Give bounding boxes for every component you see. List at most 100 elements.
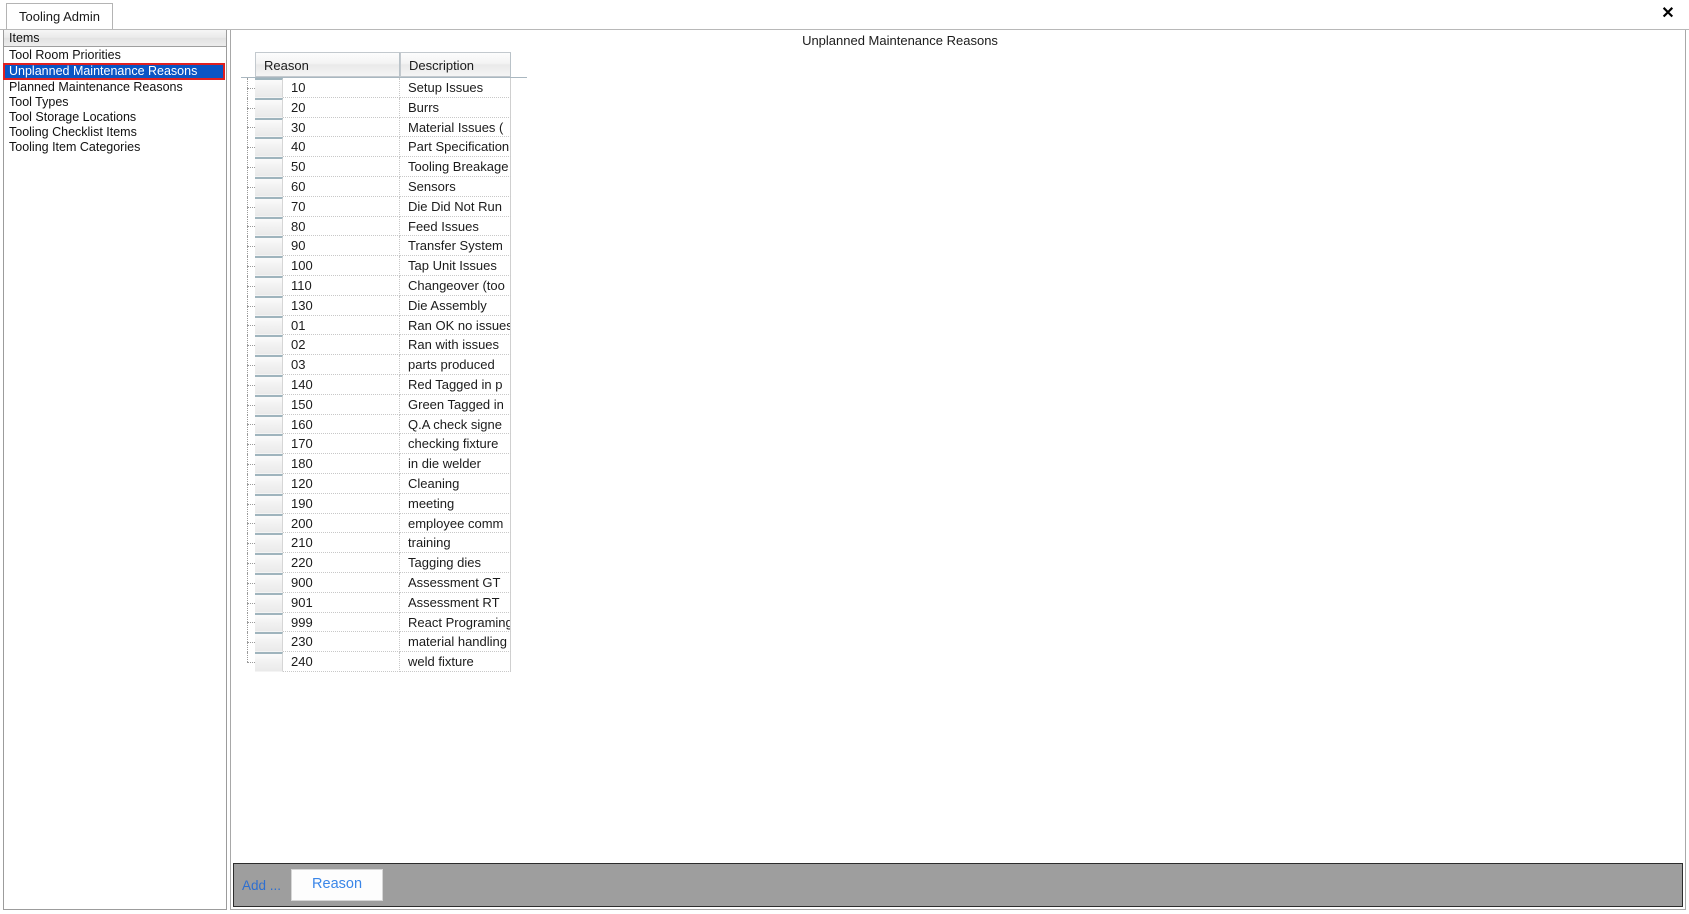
row-selector[interactable] (255, 196, 283, 217)
cell-reason[interactable]: 200 (283, 513, 400, 534)
cell-description[interactable]: Cleaning (400, 473, 511, 494)
row-selector[interactable] (255, 374, 283, 395)
row-selector[interactable] (255, 652, 283, 672)
cell-reason[interactable]: 01 (283, 315, 400, 336)
cell-reason[interactable]: 180 (283, 454, 400, 474)
row-selector[interactable] (255, 315, 283, 336)
cell-reason[interactable]: 50 (283, 157, 400, 177)
cell-reason[interactable]: 20 (283, 97, 400, 118)
row-selector[interactable] (255, 434, 283, 455)
row-selector[interactable] (255, 572, 283, 593)
cell-description[interactable]: Assessment RT (400, 592, 511, 613)
table-row[interactable]: 220 Tagging dies (241, 553, 527, 573)
row-selector[interactable] (255, 236, 283, 257)
cell-description[interactable]: employee comm (400, 513, 511, 534)
table-row[interactable]: 200 employee comm (241, 513, 527, 534)
cell-description[interactable]: Sensors (400, 176, 511, 197)
cell-reason[interactable]: 80 (283, 216, 400, 237)
row-selector[interactable] (255, 553, 283, 573)
table-row[interactable]: 40 Part Specification (241, 137, 527, 158)
cell-reason[interactable]: 02 (283, 335, 400, 356)
row-selector[interactable] (255, 473, 283, 494)
cell-description[interactable]: Green Tagged in (400, 394, 511, 415)
cell-reason[interactable]: 40 (283, 137, 400, 158)
cell-reason[interactable]: 170 (283, 434, 400, 455)
cell-reason[interactable]: 220 (283, 553, 400, 573)
table-row[interactable]: 170 checking fixture (241, 434, 527, 455)
cell-description[interactable]: Tagging dies (400, 553, 511, 573)
row-selector[interactable] (255, 295, 283, 316)
sidebar-item-tool-room-priorities[interactable]: Tool Room Priorities (4, 48, 226, 63)
row-selector[interactable] (255, 117, 283, 138)
cell-description[interactable]: Tap Unit Issues (400, 256, 511, 276)
row-selector[interactable] (255, 256, 283, 276)
cell-description[interactable]: Part Specification (400, 137, 511, 158)
cell-reason[interactable]: 190 (283, 493, 400, 514)
cell-reason[interactable]: 90 (283, 236, 400, 257)
row-selector[interactable] (255, 454, 283, 474)
cell-reason[interactable]: 120 (283, 473, 400, 494)
table-row[interactable]: 900 Assessment GT (241, 572, 527, 593)
cell-reason[interactable]: 100 (283, 256, 400, 276)
table-row[interactable]: 180 in die welder (241, 454, 527, 474)
cell-description[interactable]: Ran OK no issues (400, 315, 511, 336)
cell-description[interactable]: Changeover (too (400, 275, 511, 296)
table-row[interactable]: 10 Setup Issues (241, 78, 527, 98)
cell-description[interactable]: Q.A check signe (400, 414, 511, 435)
table-row[interactable]: 100 Tap Unit Issues (241, 256, 527, 276)
cell-reason[interactable]: 240 (283, 652, 400, 672)
row-selector[interactable] (255, 533, 283, 554)
cell-description[interactable]: in die welder (400, 454, 511, 474)
sidebar-item-tooling-checklist-items[interactable]: Tooling Checklist Items (4, 125, 226, 140)
cell-description[interactable]: training (400, 533, 511, 554)
table-row[interactable]: 60 Sensors (241, 176, 527, 197)
row-selector[interactable] (255, 493, 283, 514)
sidebar-item-unplanned-maintenance-reasons[interactable]: Unplanned Maintenance Reasons (3, 63, 225, 80)
cell-reason[interactable]: 60 (283, 176, 400, 197)
cell-description[interactable]: weld fixture (400, 652, 511, 672)
cell-reason[interactable]: 110 (283, 275, 400, 296)
table-row[interactable]: 30 Material Issues ( (241, 117, 527, 138)
table-row[interactable]: 02 Ran with issues (241, 335, 527, 356)
table-row[interactable]: 210 training (241, 533, 527, 554)
cell-reason[interactable]: 160 (283, 414, 400, 435)
cell-description[interactable]: Die Did Not Run (400, 196, 511, 217)
cell-reason[interactable]: 130 (283, 295, 400, 316)
cell-reason[interactable]: 230 (283, 632, 400, 653)
cell-reason[interactable]: 10 (283, 78, 400, 98)
cell-description[interactable]: checking fixture (400, 434, 511, 455)
table-row[interactable]: 999 React Programing (241, 612, 527, 633)
row-selector[interactable] (255, 157, 283, 177)
table-row[interactable]: 240 weld fixture (241, 652, 527, 672)
cell-reason[interactable]: 150 (283, 394, 400, 415)
add-reason-button[interactable]: Reason (291, 869, 384, 901)
cell-reason[interactable]: 900 (283, 572, 400, 593)
cell-reason[interactable]: 70 (283, 196, 400, 217)
column-header-reason[interactable]: Reason (255, 52, 400, 77)
table-row[interactable]: 50 Tooling Breakage (241, 157, 527, 177)
row-selector[interactable] (255, 632, 283, 653)
row-selector[interactable] (255, 394, 283, 415)
row-selector[interactable] (255, 612, 283, 633)
row-selector[interactable] (255, 513, 283, 534)
table-row[interactable]: 150 Green Tagged in (241, 394, 527, 415)
cell-description[interactable]: Assessment GT (400, 572, 511, 593)
row-selector[interactable] (255, 335, 283, 356)
sidebar-item-tooling-item-categories[interactable]: Tooling Item Categories (4, 140, 226, 155)
row-selector[interactable] (255, 216, 283, 237)
cell-description[interactable]: Feed Issues (400, 216, 511, 237)
cell-description[interactable]: Setup Issues (400, 78, 511, 98)
table-row[interactable]: 230 material handling (241, 632, 527, 653)
cell-reason[interactable]: 30 (283, 117, 400, 138)
cell-description[interactable]: parts produced (400, 355, 511, 375)
table-row[interactable]: 140 Red Tagged in p (241, 374, 527, 395)
table-row[interactable]: 01 Ran OK no issues (241, 315, 527, 336)
table-row[interactable]: 901 Assessment RT (241, 592, 527, 613)
cell-description[interactable]: Red Tagged in p (400, 374, 511, 395)
cell-description[interactable]: Burrs (400, 97, 511, 118)
sidebar-item-planned-maintenance-reasons[interactable]: Planned Maintenance Reasons (4, 80, 226, 95)
table-row[interactable]: 90 Transfer System (241, 236, 527, 257)
table-row[interactable]: 110 Changeover (too (241, 275, 527, 296)
row-selector[interactable] (255, 137, 283, 158)
cell-reason[interactable]: 140 (283, 374, 400, 395)
